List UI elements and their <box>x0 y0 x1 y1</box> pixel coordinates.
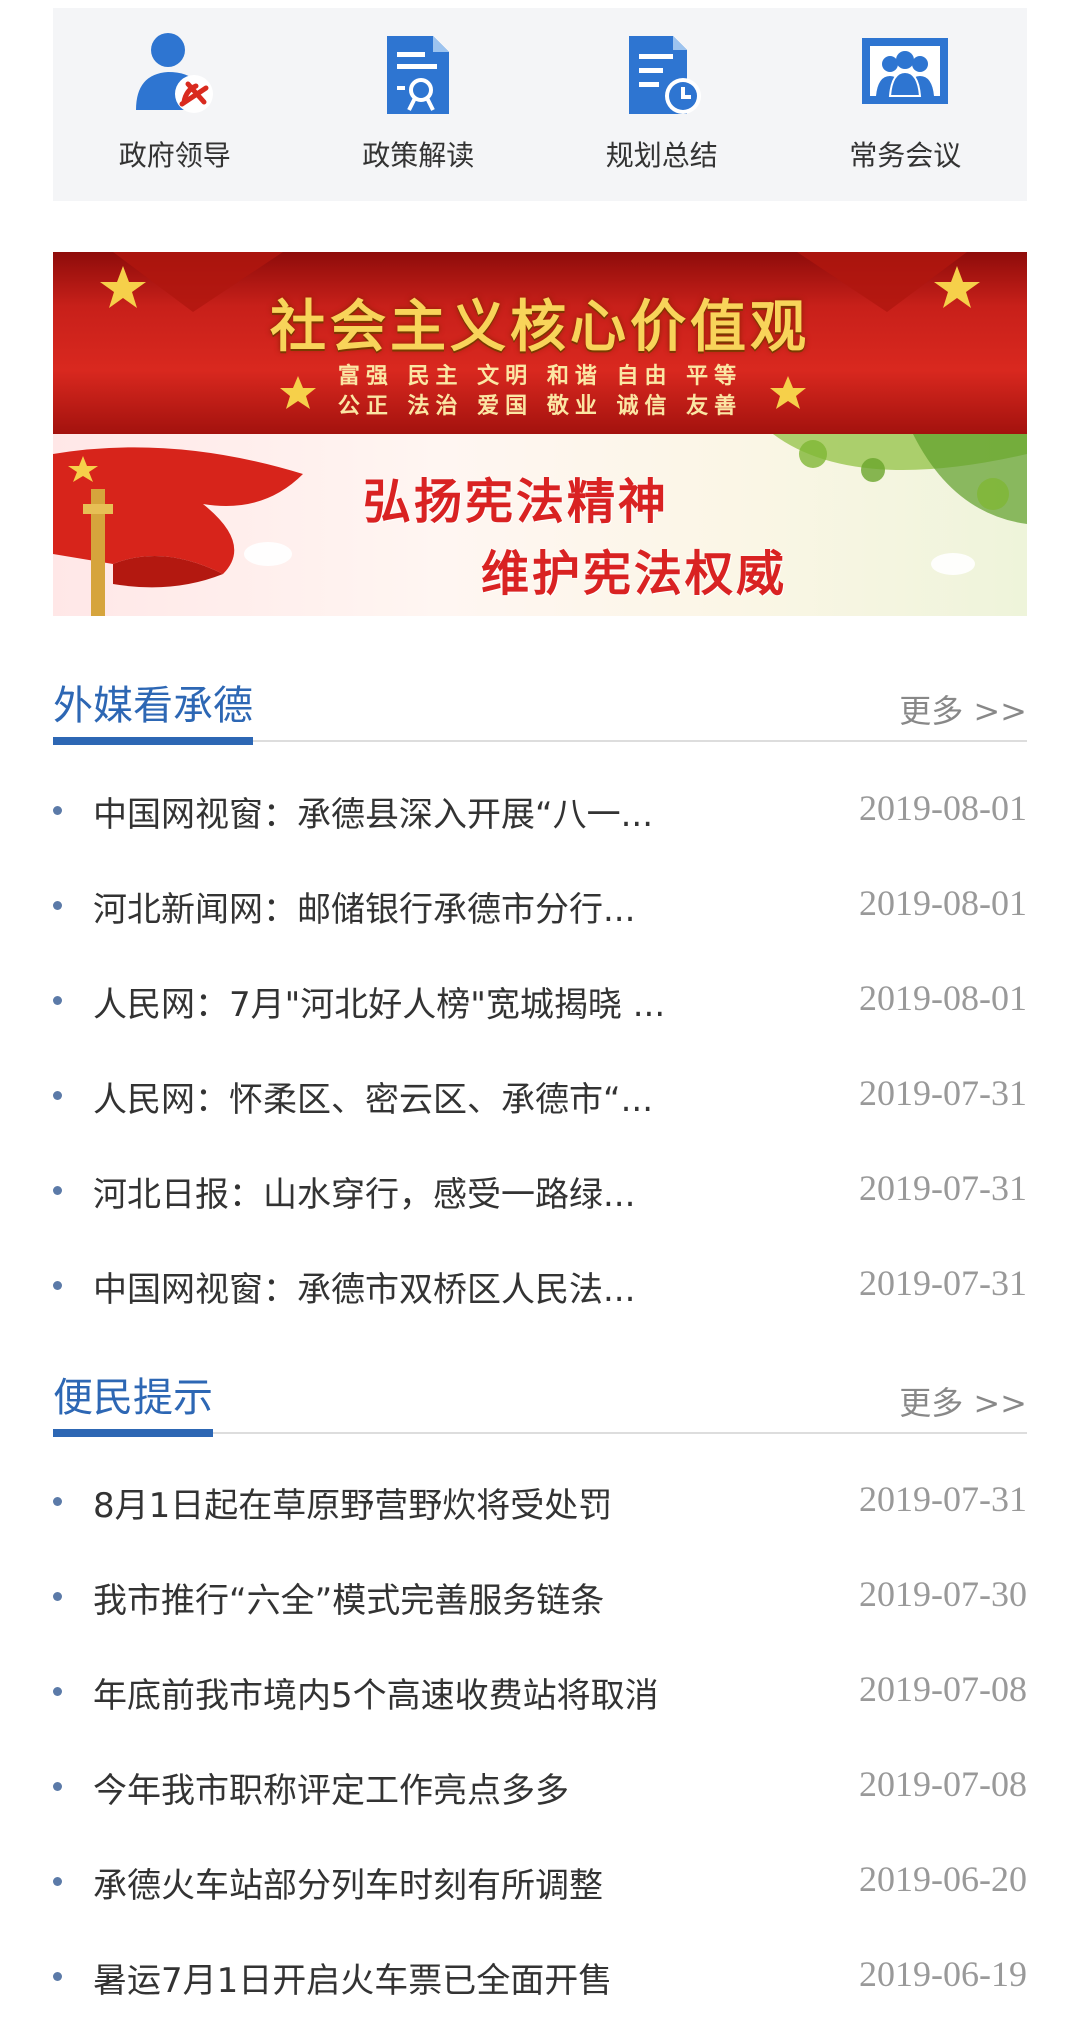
core-values-banner[interactable]: 社会主义核心价值观 富强 民主 文明 和谐 自由 平等 公正 法治 爱国 敬业 … <box>53 252 1027 434</box>
list-item-title: 河北日报：山水穿行，感受一路绿... <box>93 1175 636 1215</box>
list-item[interactable]: 8月1日起在草原野营野炊将受处罚 2019-07-31 <box>53 1456 1027 1551</box>
list-item-title: 承德火车站部分列车时刻有所调整 <box>93 1866 603 1906</box>
quick-link-label: 规划总结 <box>605 139 718 172</box>
quick-link-label: 常务会议 <box>849 139 962 172</box>
bullet-icon <box>53 996 62 1005</box>
bullet-icon <box>53 1091 62 1100</box>
meeting-icon <box>862 38 949 104</box>
list-item-date: 2019-07-08 <box>859 1669 1027 1709</box>
list-item[interactable]: 今年我市职称评定工作亮点多多 2019-07-08 <box>53 1741 1027 1836</box>
list-item-date: 2019-07-30 <box>859 1574 1027 1614</box>
core-values-line-1: 富强 民主 文明 和谐 自由 平等 <box>337 364 743 389</box>
list-item-title: 中国网视窗：承德县深入开展“八一... <box>93 795 654 835</box>
plan-clock-icon <box>628 36 701 114</box>
list-item[interactable]: 河北新闻网：邮储银行承德市分行... 2019-08-01 <box>53 860 1027 955</box>
bullet-icon <box>53 901 62 910</box>
more-link[interactable]: 更多 >> <box>899 1378 1027 1424</box>
bullet-icon <box>53 1497 62 1506</box>
constitution-line-2: 维护宪法权威 <box>481 546 788 602</box>
quick-link-meeting[interactable]: 常务会议 <box>784 8 1028 201</box>
bullet-icon <box>53 1281 62 1290</box>
bullet-icon <box>53 1782 62 1791</box>
list-item-title: 暑运7月1日开启火车票已全面开售 <box>93 1961 613 2001</box>
more-link[interactable]: 更多 >> <box>899 686 1027 732</box>
core-values-line-2: 公正 法治 爱国 敬业 诚信 友善 <box>337 394 743 419</box>
bullet-icon <box>53 806 62 815</box>
quick-link-leaders[interactable]: 政府领导 <box>53 8 297 201</box>
list-item[interactable]: 承德火车站部分列车时刻有所调整 2019-06-20 <box>53 1836 1027 1931</box>
quick-link-label: 政府领导 <box>118 139 231 172</box>
list-item-date: 2019-08-01 <box>859 978 1027 1018</box>
list-item[interactable]: 人民网：7月"河北好人榜"宽城揭晓 ... 2019-08-01 <box>53 955 1027 1050</box>
list-item[interactable]: 人民网：怀柔区、密云区、承德市“... 2019-07-31 <box>53 1050 1027 1145</box>
list-item-title: 我市推行“六全”模式完善服务链条 <box>93 1581 605 1621</box>
list-item-date: 2019-07-31 <box>859 1479 1027 1519</box>
quick-links-bar: 政府领导 政策解读 规划总结 常务会议 <box>53 8 1027 201</box>
bullet-icon <box>53 1972 62 1981</box>
list-item[interactable]: 年底前我市境内5个高速收费站将取消 2019-07-08 <box>53 1646 1027 1741</box>
bullet-icon <box>53 1186 62 1195</box>
policy-document-icon <box>387 36 450 114</box>
constitution-line-1: 弘扬宪法精神 <box>363 474 670 530</box>
list-item-title: 8月1日起在草原野营野炊将受处罚 <box>93 1486 613 1526</box>
list-item-title: 人民网：怀柔区、密云区、承德市“... <box>93 1080 654 1120</box>
section-title: 便民提示 <box>53 1365 213 1437</box>
leader-icon <box>135 33 213 113</box>
list-item[interactable]: 暑运7月1日开启火车票已全面开售 2019-06-19 <box>53 1931 1027 2026</box>
list-item[interactable]: 中国网视窗：承德市双桥区人民法... 2019-07-31 <box>53 1240 1027 1335</box>
quick-link-planning[interactable]: 规划总结 <box>540 8 784 201</box>
section-header-notices: 便民提示 更多 >> <box>53 1362 1027 1437</box>
list-item-date: 2019-07-31 <box>859 1263 1027 1303</box>
list-item-date: 2019-08-01 <box>859 883 1027 923</box>
list-item-date: 2019-07-08 <box>859 1764 1027 1804</box>
list-item-date: 2019-06-20 <box>859 1859 1027 1899</box>
bullet-icon <box>53 1592 62 1601</box>
constitution-banner[interactable]: 弘扬宪法精神 维护宪法权威 <box>53 434 1027 616</box>
list-item-date: 2019-08-01 <box>859 788 1027 828</box>
list-item[interactable]: 中国网视窗：承德县深入开展“八一... 2019-08-01 <box>53 765 1027 860</box>
list-item-date: 2019-07-31 <box>859 1073 1027 1113</box>
list-item-title: 中国网视窗：承德市双桥区人民法... <box>93 1270 636 1310</box>
quick-link-policy[interactable]: 政策解读 <box>297 8 541 201</box>
list-item-title: 河北新闻网：邮储银行承德市分行... <box>93 890 636 930</box>
list-item-title: 年底前我市境内5个高速收费站将取消 <box>93 1676 659 1716</box>
bullet-icon <box>53 1877 62 1886</box>
list-item[interactable]: 我市推行“六全”模式完善服务链条 2019-07-30 <box>53 1551 1027 1646</box>
section-title: 外媒看承德 <box>53 673 253 745</box>
core-values-title: 社会主义核心价值观 <box>270 295 810 360</box>
section-header-media: 外媒看承德 更多 >> <box>53 670 1027 745</box>
list-item[interactable]: 河北日报：山水穿行，感受一路绿... 2019-07-31 <box>53 1145 1027 1240</box>
quick-link-label: 政策解读 <box>362 139 475 172</box>
bullet-icon <box>53 1687 62 1696</box>
list-item-date: 2019-06-19 <box>859 1954 1027 1994</box>
list-item-title: 今年我市职称评定工作亮点多多 <box>93 1771 569 1811</box>
list-item-title: 人民网：7月"河北好人榜"宽城揭晓 ... <box>93 985 666 1025</box>
list-item-date: 2019-07-31 <box>859 1168 1027 1208</box>
